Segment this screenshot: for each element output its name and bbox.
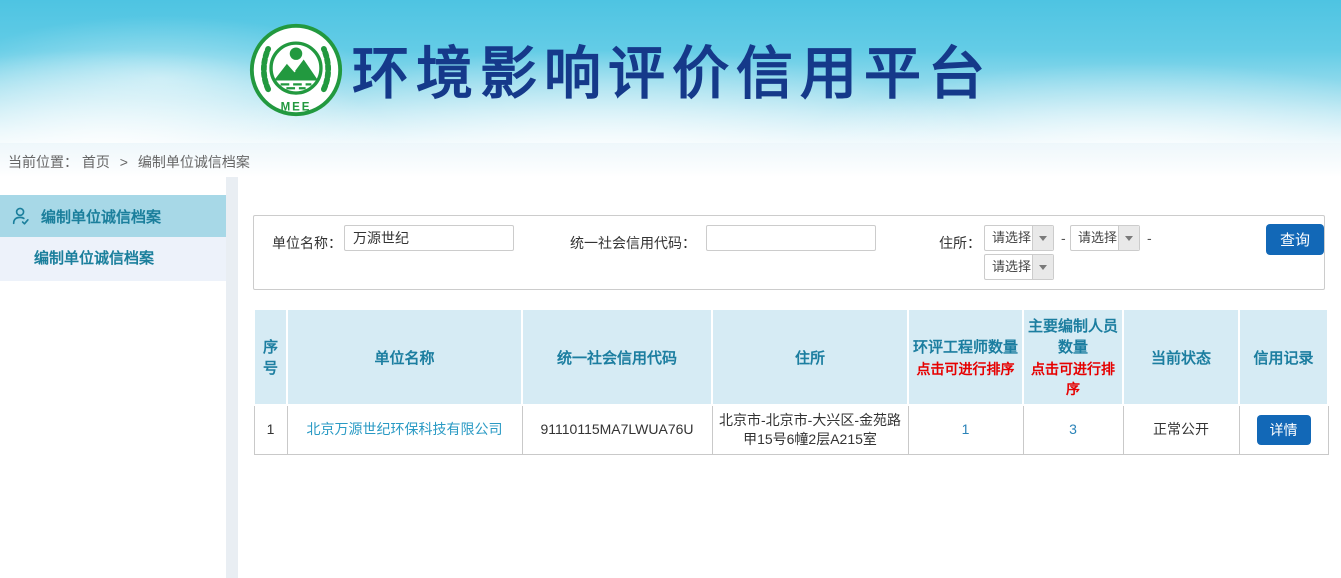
address-dash-2: - <box>1147 226 1152 250</box>
site-title: 环境影响评价信用平台 <box>352 34 992 114</box>
credit-code-input[interactable] <box>706 225 876 251</box>
engineer-count-sort-hint[interactable]: 点击可进行排序 <box>911 359 1020 379</box>
table-row: 1 北京万源世纪环保科技有限公司 91110115MA7LWUA76U 北京市-… <box>254 405 1328 454</box>
engineer-count-link[interactable]: 1 <box>962 421 970 437</box>
table-header-row: 序号 单位名称 统一社会信用代码 住所 环评工程师数量 点击可进行排序 主要编制… <box>254 309 1328 405</box>
address-label: 住所： <box>939 231 981 255</box>
address-province-select[interactable]: 请选择 <box>984 225 1054 251</box>
col-header-credit-record: 信用记录 <box>1239 309 1328 405</box>
address-city-select[interactable]: 请选择 <box>1070 225 1140 251</box>
col-header-credit-code: 统一社会信用代码 <box>522 309 712 405</box>
col-header-unit-name: 单位名称 <box>287 309 522 405</box>
breadcrumb-current: 编制单位诚信档案 <box>138 154 250 170</box>
sidebar-item-unit-credit-archive[interactable]: 编制单位诚信档案 <box>0 195 226 237</box>
unit-name-label: 单位名称： <box>272 231 342 255</box>
staff-count-sort-hint[interactable]: 点击可进行排序 <box>1026 359 1120 399</box>
main-content: 单位名称： 统一社会信用代码： 住所： 请选择 - 请选择 - 请选择 查询 <box>238 177 1341 578</box>
col-header-status: 当前状态 <box>1123 309 1239 405</box>
engineer-count-label: 环评工程师数量 <box>911 336 1020 357</box>
breadcrumb-separator: > <box>120 154 128 170</box>
address-district-value: 请选择 <box>985 255 1032 279</box>
breadcrumb-prefix: 当前位置： <box>8 154 78 170</box>
address-district-dropdown-button[interactable] <box>1032 255 1053 279</box>
cell-status: 正常公开 <box>1123 405 1239 454</box>
staff-count-label: 主要编制人员数量 <box>1026 315 1120 357</box>
mee-logo-text: MEE <box>281 101 312 113</box>
cell-address: 北京市-北京市-大兴区-金苑路甲15号6幢2层A215室 <box>712 405 908 454</box>
address-district-select[interactable]: 请选择 <box>984 254 1054 280</box>
address-city-value: 请选择 <box>1071 226 1118 250</box>
search-button[interactable]: 查询 <box>1266 224 1324 255</box>
site-header: MEE 环境影响评价信用平台 <box>0 0 1341 143</box>
address-dash-1: - <box>1061 226 1066 250</box>
sidebar-parent-label: 编制单位诚信档案 <box>41 206 161 227</box>
breadcrumb: 当前位置： 首页 > 编制单位诚信档案 <box>0 143 1341 177</box>
staff-count-link[interactable]: 3 <box>1069 421 1077 437</box>
chevron-down-icon <box>1039 265 1047 270</box>
address-province-dropdown-button[interactable] <box>1032 226 1053 250</box>
search-form: 单位名称： 统一社会信用代码： 住所： 请选择 - 请选择 - 请选择 查询 <box>253 215 1325 290</box>
col-header-engineer-count[interactable]: 环评工程师数量 点击可进行排序 <box>908 309 1023 405</box>
sidebar: 编制单位诚信档案 编制单位诚信档案 <box>0 177 226 578</box>
chevron-down-icon <box>1039 236 1047 241</box>
col-header-address: 住所 <box>712 309 908 405</box>
credit-code-label: 统一社会信用代码： <box>570 231 696 255</box>
col-header-staff-count[interactable]: 主要编制人员数量 点击可进行排序 <box>1023 309 1123 405</box>
col-header-index: 序号 <box>254 309 287 405</box>
chevron-down-icon <box>1125 236 1133 241</box>
unit-name-link[interactable]: 北京万源世纪环保科技有限公司 <box>307 421 503 437</box>
results-table: 序号 单位名称 统一社会信用代码 住所 环评工程师数量 点击可进行排序 主要编制… <box>253 308 1329 455</box>
cell-credit-code: 91110115MA7LWUA76U <box>522 405 712 454</box>
page: MEE 环境影响评价信用平台 当前位置： 首页 > 编制单位诚信档案 编制单位诚… <box>0 0 1341 578</box>
breadcrumb-home-link[interactable]: 首页 <box>82 154 110 170</box>
sidebar-divider <box>226 177 238 578</box>
address-city-dropdown-button[interactable] <box>1118 226 1139 250</box>
sidebar-subitem-unit-credit-archive[interactable]: 编制单位诚信档案 <box>0 237 226 281</box>
user-check-icon <box>10 205 32 227</box>
mee-logo-icon: MEE <box>248 22 344 118</box>
unit-name-input[interactable] <box>344 225 514 251</box>
detail-button[interactable]: 详情 <box>1257 415 1311 445</box>
cell-index: 1 <box>254 405 287 454</box>
address-province-value: 请选择 <box>985 226 1032 250</box>
